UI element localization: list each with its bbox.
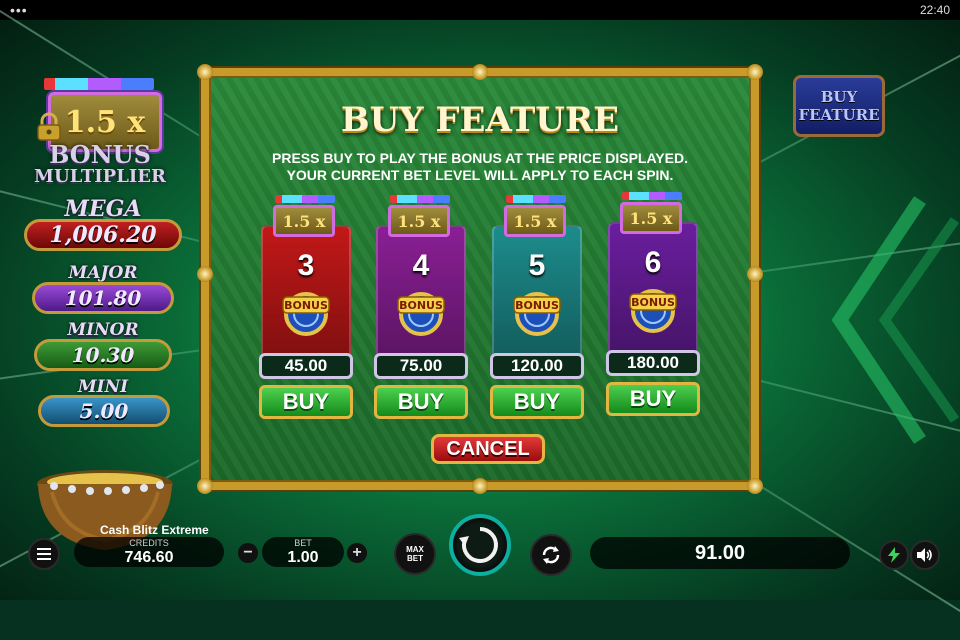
menu-button[interactable]: [28, 538, 60, 570]
multiplier-stripe: [390, 195, 450, 203]
chevron-decoration: [831, 196, 960, 444]
frame-gem: [197, 266, 213, 282]
dialog-title: BUY FEATURE: [340, 100, 620, 140]
option-price: 75.00: [374, 353, 468, 379]
bonus-coin-icon: BONUS: [513, 292, 561, 336]
autoplay-button[interactable]: [530, 534, 572, 576]
frame-gem: [472, 64, 488, 80]
buy-option-5-button[interactable]: BUY: [490, 385, 584, 419]
lightning-icon: [888, 547, 900, 563]
option-bonus-count: 3: [297, 249, 315, 282]
status-bar: ••• 22:40: [0, 0, 960, 20]
minor-jackpot-label: MINOR: [67, 320, 139, 340]
clock: 22:40: [919, 3, 950, 17]
buy-feature-button-line2: FEATURE: [798, 106, 880, 124]
win-display: 91.00: [590, 537, 850, 569]
bonus-coin-icon: BONUS: [629, 289, 677, 333]
mini-jackpot-value: 5.00: [38, 395, 170, 427]
sound-button[interactable]: [910, 540, 940, 570]
credits-label: CREDITS: [129, 538, 169, 548]
speaker-icon: [917, 548, 932, 562]
bonus-option-6: 1.5 x 6 BONUS 180.00 BUY: [606, 188, 700, 420]
max-bet-line2: BET: [407, 554, 423, 563]
buy-option-6-button[interactable]: BUY: [606, 382, 700, 416]
bonus-option-4: 1.5 x 4 BONUS 75.00 BUY: [374, 191, 468, 423]
option-multiplier: 1.5 x: [388, 205, 450, 237]
option-price: 45.00: [259, 353, 353, 379]
bonus-option-3: 1.5 x 3 BONUS 45.00 BUY: [259, 191, 353, 423]
spin-arrow-icon: [459, 527, 498, 563]
max-bet-line1: MAX: [406, 545, 424, 554]
bet-decrease-button[interactable]: −: [238, 543, 258, 563]
multiplier-stripe: [44, 78, 154, 90]
option-multiplier: 1.5 x: [620, 202, 682, 234]
menu-dots[interactable]: •••: [10, 2, 28, 18]
buy-feature-button-line1: BUY: [820, 88, 858, 106]
major-jackpot-label: MAJOR: [68, 263, 138, 283]
game-title: Cash Blitz Extreme: [100, 523, 209, 537]
max-bet-button[interactable]: MAX BET: [394, 533, 436, 575]
bet-increase-button[interactable]: +: [347, 543, 367, 563]
bonus-coin-icon: BONUS: [397, 292, 445, 336]
spin-button[interactable]: [449, 514, 511, 576]
bet-value: 1.00: [287, 549, 319, 566]
mega-jackpot-value: 1,006.20: [24, 219, 182, 251]
bonus-coin-text: BONUS: [399, 299, 443, 312]
bonus-coin-icon: BONUS: [282, 292, 330, 336]
buy-feature-dialog: BUY FEATURE PRESS BUY TO PLAY THE BONUS …: [197, 64, 763, 494]
dialog-description-line1: PRESS BUY TO PLAY THE BONUS AT THE PRICE…: [272, 150, 688, 166]
option-price: 120.00: [490, 353, 584, 379]
mini-jackpot-label: MINI: [77, 377, 129, 397]
bonus-multiplier-title: BONUS MULTIPLIER: [30, 140, 170, 188]
frame-gem: [472, 478, 488, 494]
autoplay-icon: [542, 546, 560, 564]
bonus-coin-text: BONUS: [515, 299, 559, 312]
frame-gem: [747, 266, 763, 282]
buy-feature-button[interactable]: BUY FEATURE: [793, 75, 885, 137]
credits-value: 746.60: [124, 549, 174, 566]
buy-option-4-button[interactable]: BUY: [374, 385, 468, 419]
option-bonus-count: 6: [644, 246, 662, 279]
bonus-coin-text: BONUS: [631, 296, 675, 309]
dialog-description-line2: YOUR CURRENT BET LEVEL WILL APPLY TO EAC…: [286, 167, 674, 183]
multiplier-stripe: [275, 195, 335, 203]
option-bonus-count: 5: [528, 249, 546, 282]
bonus-option-5: 1.5 x 5 BONUS 120.00 BUY: [490, 191, 584, 423]
multiplier-stripe: [506, 195, 566, 203]
option-multiplier: 1.5 x: [273, 205, 335, 237]
frame-corner: [197, 478, 213, 494]
bonus-multiplier-title-line2: MULTIPLIER: [34, 166, 166, 187]
minor-jackpot-value: 10.30: [34, 339, 172, 371]
cancel-button[interactable]: CANCEL: [431, 434, 545, 464]
bonus-multiplier-title-line1: BONUS: [49, 140, 151, 169]
frame-corner: [197, 64, 213, 80]
option-multiplier: 1.5 x: [504, 205, 566, 237]
turbo-button[interactable]: [879, 540, 909, 570]
option-bonus-count: 4: [412, 249, 430, 282]
major-jackpot-value: 101.80: [32, 282, 174, 314]
frame-corner: [747, 64, 763, 80]
option-price: 180.00: [606, 350, 700, 376]
buy-option-3-button[interactable]: BUY: [259, 385, 353, 419]
bonus-coin-text: BONUS: [284, 299, 328, 312]
dialog-description: PRESS BUY TO PLAY THE BONUS AT THE PRICE…: [209, 150, 751, 184]
bet-label: BET: [294, 538, 312, 548]
multiplier-stripe: [622, 192, 682, 200]
hamburger-icon: [37, 548, 51, 560]
frame-corner: [747, 478, 763, 494]
padlock-icon: [37, 112, 61, 141]
